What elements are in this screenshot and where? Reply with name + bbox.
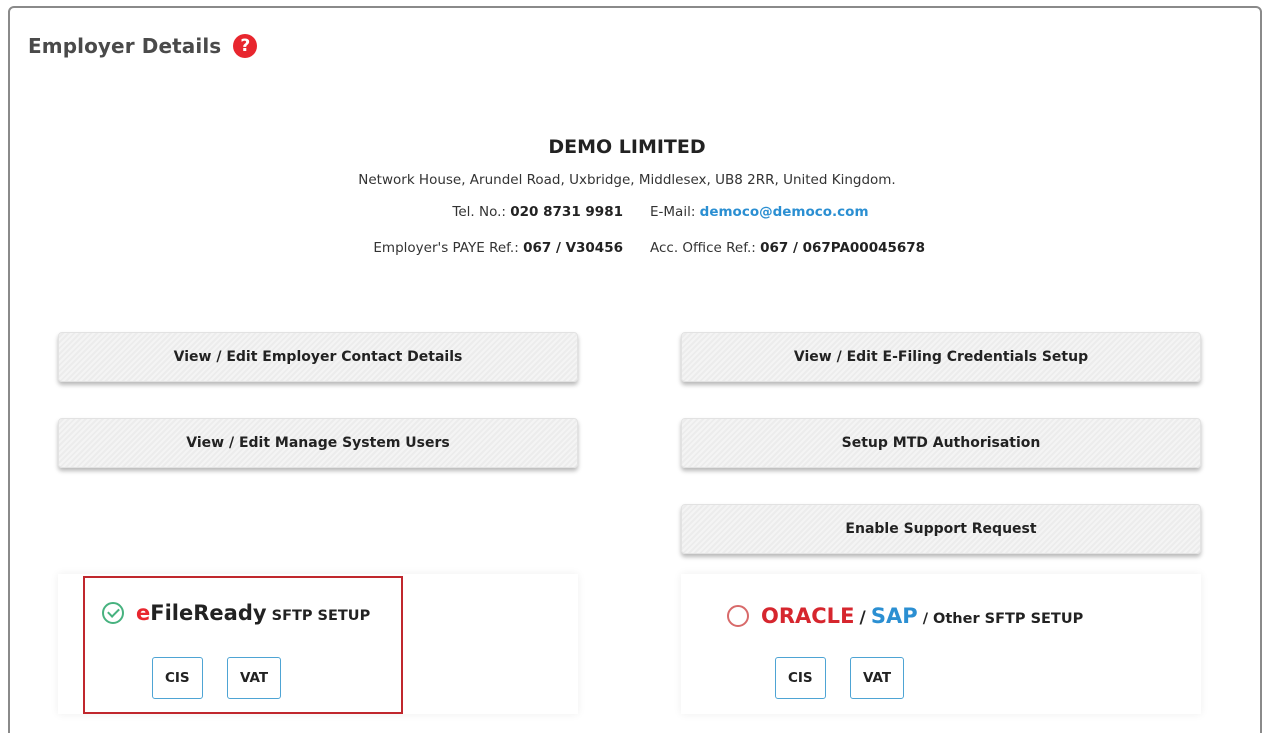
email-link[interactable]: democo@democo.com <box>700 204 869 220</box>
acc-label: Acc. Office Ref.: <box>650 240 756 256</box>
paye-label: Employer's PAYE Ref.: <box>373 240 519 256</box>
brand-e: e <box>136 601 151 625</box>
radio-empty-icon[interactable] <box>727 605 749 627</box>
acc-value: 067 / 067PA00045678 <box>760 240 926 256</box>
page-title: Employer Details <box>28 34 222 58</box>
acc-office-ref-info: Acc. Office Ref.: 067 / 067PA00045678 <box>650 240 925 256</box>
radio-checked-icon[interactable] <box>102 602 124 624</box>
other-sftp-card <box>681 574 1201 714</box>
enable-support-request-button[interactable]: Enable Support Request <box>681 504 1201 554</box>
efileready-sftp-option[interactable]: eFileReady SFTP SETUP <box>102 601 370 625</box>
view-edit-efiling-credentials-button[interactable]: View / Edit E-Filing Credentials Setup <box>681 332 1201 382</box>
company-name: DEMO LIMITED <box>548 136 706 158</box>
email-label: E-Mail: <box>650 204 696 220</box>
company-address: Network House, Arundel Road, Uxbridge, M… <box>358 172 896 188</box>
help-icon[interactable]: ? <box>233 34 258 58</box>
tel-label: Tel. No.: <box>452 204 506 220</box>
efileready-vat-button[interactable]: VAT <box>227 657 282 699</box>
paye-value: 067 / V30456 <box>523 240 623 256</box>
oracle-label: ORACLE <box>761 604 855 628</box>
view-edit-system-users-button[interactable]: View / Edit Manage System Users <box>58 418 578 468</box>
paye-ref-info: Employer's PAYE Ref.: 067 / V30456 <box>373 240 623 256</box>
efileready-cis-button[interactable]: CIS <box>152 657 203 699</box>
other-cis-button[interactable]: CIS <box>775 657 826 699</box>
email-info: E-Mail: democo@democo.com <box>650 204 869 220</box>
panel-header: Employer Details ? <box>28 34 258 58</box>
other-sftp-option[interactable]: ORACLE / SAP / Other SFTP SETUP <box>727 604 1083 628</box>
brand-rest: FileReady <box>150 601 267 625</box>
tel-value: 020 8731 9981 <box>510 204 623 220</box>
other-sftp-title: ORACLE / SAP / Other SFTP SETUP <box>761 604 1083 628</box>
sap-label: SAP <box>870 604 918 628</box>
other-sftp-suffix: / Other SFTP SETUP <box>922 611 1084 627</box>
setup-mtd-authorisation-button[interactable]: Setup MTD Authorisation <box>681 418 1201 468</box>
separator: / <box>859 608 866 628</box>
other-vat-button[interactable]: VAT <box>850 657 905 699</box>
efileready-title: eFileReady SFTP SETUP <box>136 601 370 625</box>
view-edit-contact-details-button[interactable]: View / Edit Employer Contact Details <box>58 332 578 382</box>
efileready-suffix: SFTP SETUP <box>271 608 371 624</box>
telephone-info: Tel. No.: 020 8731 9981 <box>452 204 623 220</box>
